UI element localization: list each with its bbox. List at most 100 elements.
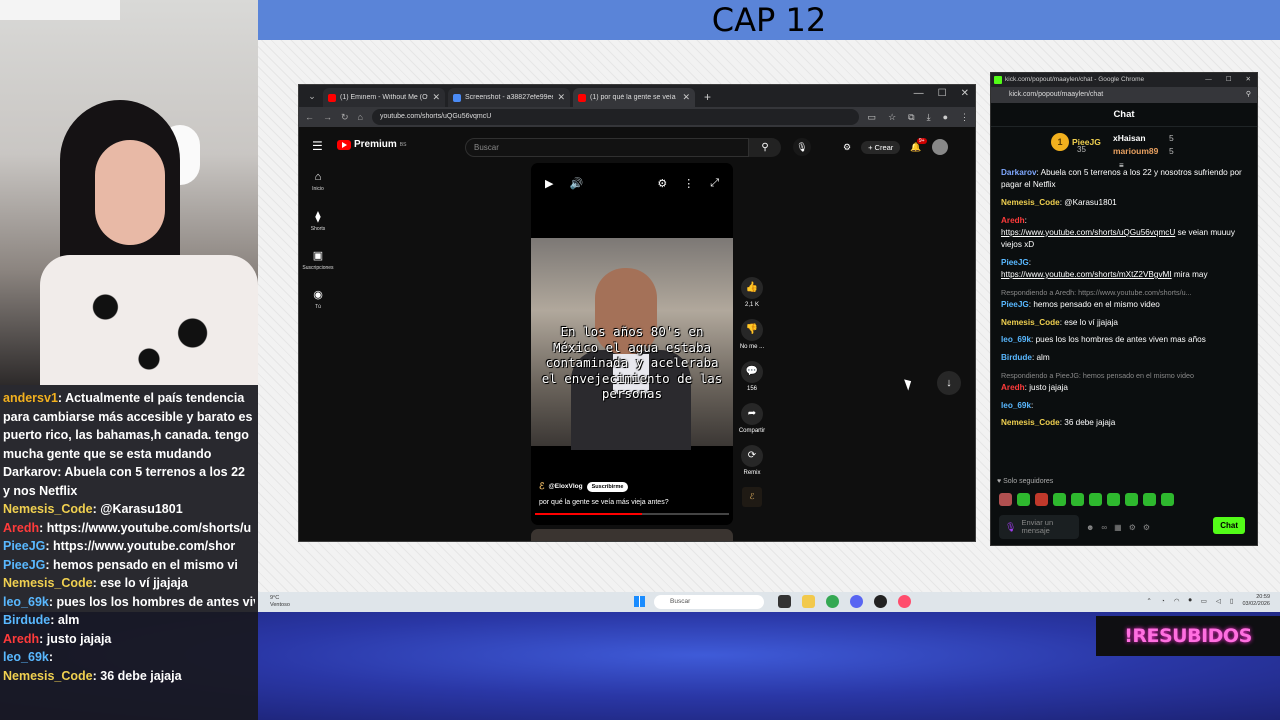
task-view-icon[interactable] (778, 595, 791, 608)
emote-icon[interactable] (999, 493, 1012, 506)
next-arrow-icon[interactable]: ↓ (937, 371, 961, 395)
tab-search-icon[interactable]: ⌄ (305, 89, 319, 103)
emote-icon[interactable] (1143, 493, 1156, 506)
close-icon[interactable]: ✕ (682, 92, 690, 103)
chat-username[interactable]: Darkarov (3, 465, 57, 479)
clock[interactable]: 20:59 03/02/2026 (1242, 594, 1270, 608)
new-tab-icon[interactable]: + (704, 90, 711, 104)
volume-icon[interactable]: 🔊 (569, 177, 583, 190)
gift-icon[interactable]: ⚙ (1143, 523, 1150, 532)
extensions-icon[interactable]: ⧉ (908, 112, 914, 123)
close-window-icon[interactable]: ✕ (961, 88, 969, 99)
settings-gear-icon[interactable]: ⚙ (1129, 523, 1136, 532)
chat-link[interactable]: https://www.youtube.com/shorts/mXtZ2VBgv… (1001, 270, 1172, 279)
avatar[interactable] (931, 139, 948, 155)
search-input[interactable]: Buscar (465, 138, 749, 157)
top-gifter[interactable]: 1 PieeJG 35 (1051, 133, 1101, 154)
progress-bar[interactable] (535, 513, 729, 515)
tab-short[interactable]: (1) por qué la gente se veía más ✕ (573, 88, 695, 107)
chat-username[interactable]: Darkarov (1001, 168, 1037, 177)
maximize-icon[interactable]: ☐ (1226, 73, 1232, 87)
windows-start-icon[interactable] (634, 596, 645, 607)
install-icon[interactable]: ▭ (868, 112, 877, 123)
chat-username[interactable]: PieeJG (1001, 258, 1029, 267)
tray-app-icon[interactable]: ◔ (1161, 598, 1165, 605)
reload-icon[interactable]: ↻ (341, 112, 349, 123)
tab-eminem[interactable]: (1) Eminem - Without Me (Offi ✕ (323, 88, 445, 107)
emote-icon[interactable] (1125, 493, 1138, 506)
weather-widget[interactable]: 9°C Ventoso (270, 595, 290, 608)
play-icon[interactable]: ▶ (545, 177, 553, 190)
comments-button[interactable]: 💬 156 (737, 361, 767, 392)
app-icon[interactable] (898, 595, 911, 608)
emote-icon[interactable] (1017, 493, 1030, 506)
mic-icon[interactable]: 🎙 (1005, 523, 1016, 532)
mic-tray-icon[interactable]: ⏺ (1188, 597, 1191, 605)
file-explorer-icon[interactable] (802, 595, 815, 608)
chat-username[interactable]: Nemesis_Code (1001, 198, 1060, 207)
cast-icon[interactable]: ⚙ (843, 142, 851, 153)
emote-icon[interactable] (1035, 493, 1048, 506)
channel-name[interactable]: @EloxVlog (548, 483, 582, 490)
like-button[interactable]: 👍 2,1 K (737, 277, 767, 308)
kick-emote-icon[interactable]: ☻ (1086, 523, 1094, 532)
remix-button[interactable]: ⟳ Remix (737, 445, 767, 476)
notifications-icon[interactable]: 🔔 9+ (910, 137, 927, 153)
chat-username[interactable]: Aredh (3, 521, 39, 535)
next-short-preview[interactable] (531, 529, 733, 541)
link-icon[interactable]: ∞ (1101, 523, 1107, 532)
chat-username[interactable]: Nemesis_Code (3, 669, 93, 683)
youtube-logo[interactable]: Premium BS (337, 139, 406, 150)
expand-icon[interactable]: ≡ (1119, 161, 1124, 170)
download-icon[interactable]: ⤓ (927, 112, 931, 123)
chat-username[interactable]: Nemesis_Code (1001, 418, 1060, 427)
chevron-up-icon[interactable]: ⌃ (1146, 597, 1151, 605)
chat-username[interactable]: leo_69k (1001, 335, 1031, 344)
reply-context[interactable]: Respondiendo a PieeJG: hemos pensado en … (1001, 370, 1247, 382)
emote-icon[interactable] (1053, 493, 1066, 506)
chat-send-button[interactable]: Chat (1213, 517, 1245, 534)
voice-search-icon[interactable]: 🎙 (793, 138, 811, 156)
taskbar-search[interactable]: Buscar (654, 595, 764, 609)
chat-username[interactable]: Birdude (1001, 353, 1032, 362)
chat-username[interactable]: Nemesis_Code (1001, 318, 1060, 327)
home-icon[interactable]: ⌂ (358, 112, 363, 122)
maximize-icon[interactable]: ☐ (938, 88, 947, 99)
close-icon[interactable]: ✕ (432, 92, 440, 103)
chat-username[interactable]: Nemesis_Code (3, 576, 93, 590)
emote-icon[interactable] (1161, 493, 1174, 506)
fullscreen-icon[interactable]: ⤢ (710, 177, 719, 190)
emote-icon[interactable] (1071, 493, 1084, 506)
tab-screenshot[interactable]: Screenshot - a38827efe99eebd ✕ (448, 88, 570, 107)
reply-context[interactable]: Respondiendo a Aredh: https://www.youtub… (1001, 287, 1247, 299)
sidebar-item-inicio[interactable]: ⌂ Inicio (299, 167, 337, 206)
store-icon[interactable]: ▦ (1114, 523, 1122, 532)
subscribe-button[interactable]: Suscribirme (586, 481, 629, 492)
chat-username[interactable]: leo_69k (1001, 401, 1031, 410)
bookmark-star-icon[interactable]: ☆ (888, 112, 896, 123)
short-title[interactable]: por qué la gente se veía más vieja antes… (539, 499, 669, 506)
chat-link[interactable]: https://www.youtube.com/shorts/uQGu56vqm… (1001, 228, 1175, 237)
minimize-icon[interactable]: — (914, 88, 924, 99)
channel-badge-icon[interactable]: ⚙ (657, 177, 667, 190)
profile-icon[interactable]: ● (943, 112, 948, 123)
emote-icon[interactable] (1089, 493, 1102, 506)
search-button[interactable]: ⚲ (749, 138, 781, 157)
forward-icon[interactable]: → (323, 112, 332, 122)
chat-username[interactable]: Aredh (1001, 383, 1025, 392)
more-options-icon[interactable]: ⋮ (683, 177, 694, 190)
network-icon[interactable]: ▭ (1201, 597, 1207, 605)
chat-username[interactable]: Birdude (3, 613, 50, 627)
chat-username[interactable]: PieeJG (3, 539, 45, 553)
chat-username[interactable]: leo_69k (3, 650, 49, 664)
chat-username[interactable]: Nemesis_Code (3, 502, 93, 516)
dislike-button[interactable]: 👎 No me ... (737, 319, 767, 350)
kick-address-bar[interactable]: kick.com/popout/maaylen/chat ⚲ (991, 87, 1257, 103)
back-icon[interactable]: ← (305, 112, 314, 122)
channel-avatar-icon[interactable]: ℰ (742, 487, 762, 507)
sidebar-item-shorts[interactable]: ⧫ Shorts (299, 206, 337, 245)
chat-username[interactable]: Aredh (3, 632, 39, 646)
gifter-3[interactable]: marioum89 (1113, 146, 1158, 156)
chat-username[interactable]: Aredh (1001, 216, 1025, 225)
hamburger-menu-icon[interactable]: ☰ (312, 139, 323, 153)
